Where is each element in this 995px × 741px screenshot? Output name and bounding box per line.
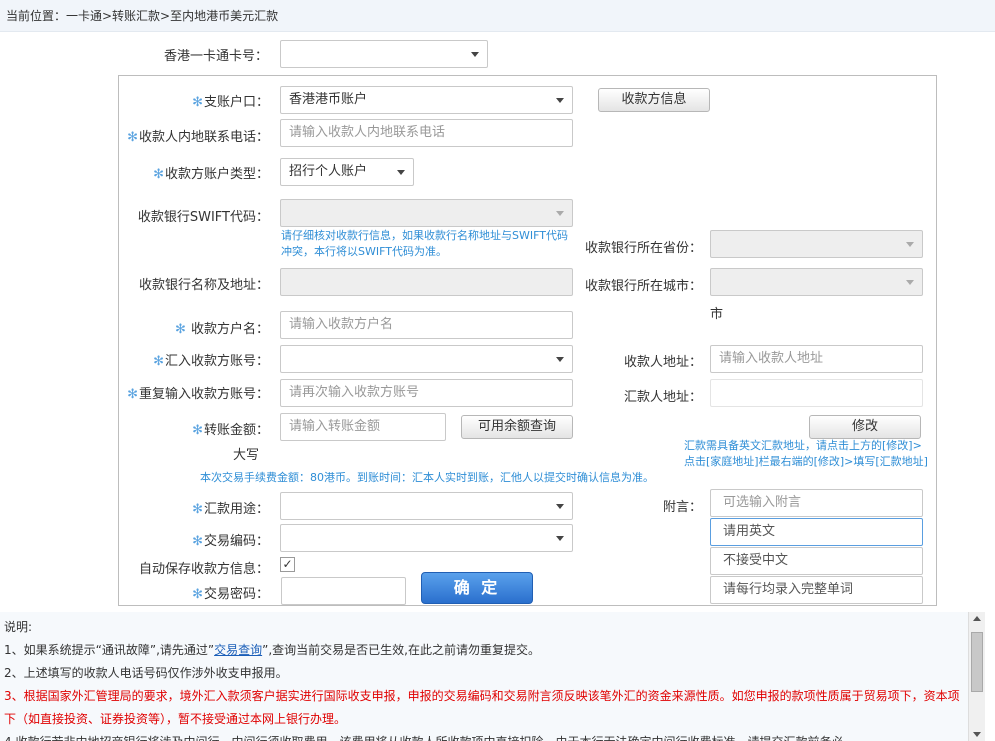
account-type-label: ✻收款方账户类型： xyxy=(153,167,269,182)
chevron-down-icon xyxy=(556,357,564,362)
instructions-box: 说明: 1、如果系统提示“通讯故障”,请先通过”交易查询”,查询当前交易是否已生… xyxy=(0,612,968,741)
city-suffix: 市 xyxy=(710,307,724,322)
password-input[interactable] xyxy=(281,577,406,605)
trade-query-link[interactable]: 交易查询 xyxy=(214,643,262,657)
fee-note: 本次交易手续费金额：80港币。到账时间：汇本人实时到账，汇他人以提交时确认信息为… xyxy=(200,471,654,484)
remitter-address-label: 汇款人地址： xyxy=(623,390,702,405)
required-star-icon: ✻ xyxy=(153,354,164,369)
payee-name-label: ✻ 收款方户名： xyxy=(174,322,269,337)
required-star-icon: ✻ xyxy=(153,167,164,182)
postscript-input-4[interactable]: 请每行均录入完整单词 xyxy=(710,576,923,604)
payee-account-select[interactable] xyxy=(280,345,573,373)
required-star-icon: ✻ xyxy=(127,130,138,145)
instructions-scrollbar[interactable] xyxy=(968,612,985,741)
swift-note: 请仔细核对收款行信息，如果收款行名称地址与SWIFT代码冲突，本行将以SWIFT… xyxy=(281,229,568,258)
bank-name-label: 收款银行名称及地址： xyxy=(138,278,269,293)
required-star-icon: ✻ xyxy=(192,534,203,549)
payee-address-input[interactable]: 请输入收款人地址 xyxy=(710,345,923,373)
instructions-line-1: 1、如果系统提示“通讯故障”,请先通过”交易查询”,查询当前交易是否已生效,在此… xyxy=(4,643,540,657)
postscript-label: 附言： xyxy=(662,500,702,515)
postscript-input-1[interactable]: 可选输入附言 xyxy=(710,489,923,517)
payee-name-input[interactable]: 请输入收款方户名 xyxy=(280,311,573,339)
instructions-title: 说明: xyxy=(4,620,33,634)
amount-input[interactable]: 请输入转账金额 xyxy=(280,413,446,441)
chevron-down-icon xyxy=(471,52,479,57)
payee-address-label: 收款人地址： xyxy=(623,355,702,370)
purpose-select[interactable] xyxy=(280,492,573,520)
scroll-down-icon[interactable] xyxy=(973,732,981,737)
required-star-icon: ✻ xyxy=(192,502,203,517)
chevron-down-icon xyxy=(556,98,564,103)
province-label: 收款银行所在省份： xyxy=(584,241,702,256)
required-star-icon: ✻ xyxy=(174,322,186,337)
amount-capital-label: 大写 xyxy=(233,448,260,463)
balance-query-button[interactable]: 可用余额查询 xyxy=(461,415,573,439)
pay-account-label: ✻支账户口： xyxy=(192,95,269,110)
repeat-account-label: ✻重复输入收款方账号： xyxy=(127,387,269,402)
required-star-icon: ✻ xyxy=(127,387,138,402)
required-star-icon: ✻ xyxy=(192,423,203,438)
instructions-line-2: 2、上述填写的收款人电话号码仅作涉外收支申报用。 xyxy=(4,666,288,680)
pay-account-select[interactable]: 香港港币账户 xyxy=(280,86,573,114)
chevron-down-icon xyxy=(556,504,564,509)
scroll-thumb[interactable] xyxy=(971,632,983,692)
city-select[interactable] xyxy=(710,268,923,296)
chevron-down-icon xyxy=(906,280,914,285)
instructions-line-3: 3、根据国家外汇管理局的要求，境外汇入款须客户据实进行国际收支申报，申报的交易编… xyxy=(4,689,960,726)
modify-button[interactable]: 修改 xyxy=(809,415,921,439)
card-number-select[interactable] xyxy=(280,40,488,68)
phone-input[interactable]: 请输入收款人内地联系电话 xyxy=(280,119,573,147)
scroll-up-icon[interactable] xyxy=(973,616,981,621)
bank-name-field xyxy=(280,268,573,296)
account-type-select[interactable]: 招行个人账户 xyxy=(280,158,414,186)
confirm-button[interactable]: 确 定 xyxy=(421,572,533,604)
remitter-address-field xyxy=(710,379,923,407)
trade-code-select[interactable] xyxy=(280,524,573,552)
auto-save-checkbox[interactable]: ✓ xyxy=(280,557,295,572)
purpose-label: ✻汇款用途： xyxy=(192,502,269,517)
phone-label: ✻收款人内地联系电话： xyxy=(127,130,269,145)
chevron-down-icon xyxy=(556,536,564,541)
amount-label: ✻转账金额： xyxy=(192,423,269,438)
payee-info-button[interactable]: 收款方信息 xyxy=(598,88,710,112)
province-select[interactable] xyxy=(710,230,923,258)
swift-select[interactable] xyxy=(280,199,573,227)
trade-code-label: ✻交易编码： xyxy=(192,534,269,549)
password-label: ✻交易密码： xyxy=(192,587,269,602)
required-star-icon: ✻ xyxy=(192,587,203,602)
payee-account-label: ✻汇入收款方账号： xyxy=(153,354,269,369)
swift-label: 收款银行SWIFT代码： xyxy=(137,210,269,225)
postscript-input-2[interactable]: 请用英文 xyxy=(710,518,923,546)
postscript-input-3[interactable]: 不接受中文 xyxy=(710,547,923,575)
card-number-label: 香港一卡通卡号： xyxy=(163,49,268,64)
chevron-down-icon xyxy=(906,242,914,247)
chevron-down-icon xyxy=(397,170,405,175)
address-note: 汇款需具备英文汇款地址，请点击上方的[修改]>点击[家庭地址]栏最右端的[修改]… xyxy=(684,439,928,468)
required-star-icon: ✻ xyxy=(192,95,203,110)
city-label: 收款银行所在城市： xyxy=(584,279,702,294)
auto-save-label: 自动保存收款方信息： xyxy=(138,562,269,577)
instructions-line-4: 4.收款行若非内地招商银行将涉及中间行，中间行须收取费用，该费用将从收款人所收款… xyxy=(4,731,968,741)
repeat-account-input[interactable]: 请再次输入收款方账号 xyxy=(280,379,573,407)
breadcrumb: 当前位置：一卡通>转账汇款>至内地港币美元汇款 xyxy=(0,0,995,32)
chevron-down-icon xyxy=(556,211,564,216)
